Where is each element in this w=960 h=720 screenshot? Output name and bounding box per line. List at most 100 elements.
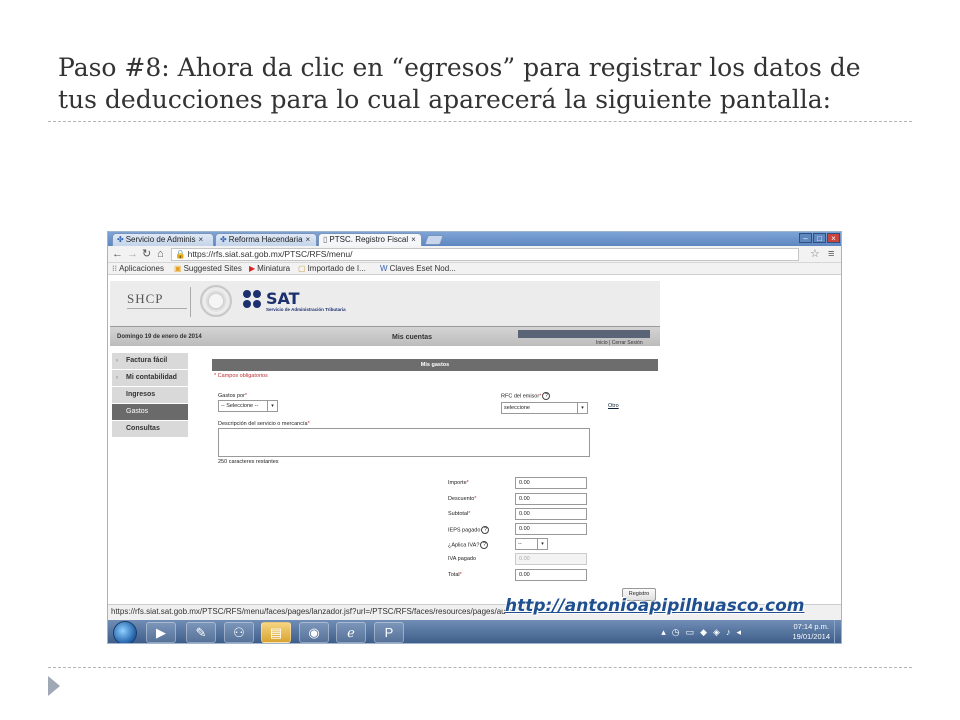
sidebar-item-consultas[interactable]: Consultas (112, 421, 188, 437)
show-desktop-button[interactable] (834, 620, 841, 643)
bullet-arrow-icon (48, 676, 60, 696)
required-asterisk: * (244, 393, 248, 399)
maximize-button[interactable]: □ (813, 233, 826, 243)
description-textarea[interactable] (218, 428, 590, 457)
otro-link[interactable]: Otro (608, 403, 619, 409)
bookmark-star-icon[interactable]: ☆ (810, 247, 820, 261)
sidebar-label: Gastos (126, 408, 149, 415)
required-asterisk: * (468, 511, 471, 517)
divider-bottom (48, 667, 912, 668)
people-icon[interactable]: ⚇ (224, 622, 254, 643)
help-icon[interactable]: ? (542, 392, 551, 400)
slide-title-line2: tus deducciones para lo cual aparecerá l… (58, 85, 832, 114)
url-input[interactable]: 🔒 https://rfs.siat.sat.gob.mx/PTSC/RFS/me… (171, 248, 799, 261)
taskbar-clock[interactable]: 07:14 p.m. 19/01/2014 (792, 622, 830, 642)
gastos-label: Gastos por* (218, 393, 248, 399)
new-tab-button[interactable] (424, 235, 444, 245)
tab-label: Reforma Hacendaria (228, 235, 303, 244)
sidebar-label: Consultas (126, 425, 160, 432)
start-button[interactable] (113, 621, 137, 643)
media-player-icon[interactable]: ▶ (146, 622, 176, 643)
close-tab-icon[interactable]: × (306, 235, 311, 244)
close-window-button[interactable]: × (827, 233, 840, 243)
required-asterisk: * (539, 393, 542, 400)
aplica-iva-select[interactable]: -- ▾ (515, 538, 548, 550)
required-asterisk: * (474, 496, 477, 502)
url-text: https://rfs.siat.sat.gob.mx/PTSC/RFS/men… (187, 249, 353, 259)
tab-ptsc[interactable]: ▯ PTSC. Registro Fiscal × (318, 233, 422, 246)
bookmark-suggested-sites[interactable]: ▣ Suggested Sites (174, 263, 242, 274)
bookmark-importado[interactable]: ▢ Importado de I... (298, 263, 366, 274)
chars-remaining: 250 caracteres restantes (218, 459, 279, 465)
address-bar: ← → ↻ ⌂ 🔒 https://rfs.siat.sat.gob.mx/PTS… (108, 246, 841, 263)
sidebar-item-contabilidad[interactable]: › Mi contabilidad (112, 370, 188, 386)
user-box (518, 330, 650, 338)
select-value: seleccione (504, 405, 530, 411)
bookmark-claves[interactable]: W Claves Eset Nod... (380, 263, 456, 274)
internet-explorer-icon[interactable]: ℯ (336, 622, 366, 643)
national-seal-icon (200, 285, 232, 317)
top-links[interactable]: Inicio | Cerrar Sesión (596, 340, 643, 346)
website-watermark: http://antonioapipilhuasco.com (505, 596, 805, 616)
importe-input[interactable]: 0.00 (515, 477, 587, 489)
minimize-button[interactable]: – (799, 233, 812, 243)
help-icon[interactable]: ? (481, 526, 490, 534)
chrome-icon[interactable]: ◉ (299, 622, 329, 643)
home-icon[interactable]: ⌂ (157, 247, 164, 261)
sat-dots-icon (243, 290, 263, 310)
tab-reforma[interactable]: ✤ Reforma Hacendaria × (215, 233, 317, 246)
sidebar-item-ingresos[interactable]: Ingresos (112, 387, 188, 403)
bookmark-label: Claves Eset Nod... (389, 264, 456, 273)
system-tray-icons[interactable]: ▴◷▭◆◈♪◂ (661, 627, 747, 638)
back-arrow-icon[interactable]: ← (112, 247, 123, 261)
menu-icon[interactable]: ≡ (828, 247, 834, 261)
gastos-form: Mis gastos * Campos obligatorios Gastos … (212, 359, 658, 601)
folder-icon: ▢ (298, 264, 306, 273)
chevron-down-icon: ▾ (267, 401, 277, 411)
forward-arrow-icon[interactable]: → (127, 247, 138, 261)
sat-logo-subtitle: Servicio de Administración Tributaria (266, 307, 346, 312)
browser-window: ✤ Servicio de Adminis × ✤ Reforma Hacendari… (107, 231, 842, 644)
iva-pagado-label: IVA pagado (448, 556, 477, 562)
reload-icon[interactable]: ↻ (142, 247, 151, 261)
tools-icon[interactable]: ✎ (186, 622, 216, 643)
total-label: Total* (448, 572, 462, 578)
bookmark-aplicaciones[interactable]: ⁝⁝ Aplicaciones (112, 263, 164, 274)
ieps-label: IEPS pagado? (448, 526, 490, 534)
subtotal-input[interactable]: 0.00 (515, 508, 587, 520)
slide-title: Paso #8: Ahora da clic en “egresos” para… (58, 52, 918, 116)
total-input[interactable]: 0.00 (515, 569, 587, 581)
chevron-down-icon: ▾ (537, 539, 547, 549)
close-tab-icon[interactable]: × (411, 235, 416, 244)
sidebar-item-gastos[interactable]: Gastos (112, 404, 188, 420)
sat-sidebar: › Factura fácil › Mi contabilidad Ingresos… (112, 353, 188, 438)
bookmark-label: Aplicaciones (119, 264, 165, 273)
gastos-select[interactable]: -- Seleccione -- ▾ (218, 400, 278, 412)
sat-header: SHCP SAT Servicio de Administración Trib… (110, 281, 660, 326)
bookmark-miniatura[interactable]: ▶ Miniatura (249, 263, 290, 274)
chevron-down-icon: ▾ (577, 403, 587, 413)
close-tab-icon[interactable]: × (199, 235, 204, 244)
explorer-folder-icon[interactable]: ▤ (261, 622, 291, 643)
select-value: -- Seleccione -- (221, 403, 259, 409)
powerpoint-icon[interactable]: P (374, 622, 404, 643)
bookmark-label: Importado de I... (307, 264, 366, 273)
sidebar-label: Factura fácil (126, 357, 168, 364)
subtotal-label: Subtotal* (448, 511, 471, 517)
ie-slice-icon: ▣ (174, 264, 182, 273)
tab-strip: ✤ Servicio de Adminis × ✤ Reforma Hacendari… (108, 232, 841, 246)
rfc-label-text: RFC del emisor* (501, 393, 542, 400)
tab-label: Servicio de Adminis (125, 235, 196, 244)
descuento-input[interactable]: 0.00 (515, 493, 587, 505)
sat-title-bar: Domingo 19 de enero de 2014 Mis cuentas … (110, 326, 660, 346)
sidebar-item-factura[interactable]: › Factura fácil (112, 353, 188, 369)
chevron-right-icon: › (116, 375, 118, 381)
tab-label: PTSC. Registro Fiscal (329, 235, 409, 244)
required-asterisk: * (459, 572, 462, 578)
descuento-label: Descuento* (448, 496, 477, 502)
aplica-iva-label: ¿Aplica IVA?? (448, 541, 489, 549)
ieps-input[interactable]: 0.00 (515, 523, 587, 535)
rfc-select[interactable]: seleccione ▾ (501, 402, 588, 414)
help-icon[interactable]: ? (480, 541, 489, 549)
tab-servicio[interactable]: ✤ Servicio de Adminis × (112, 233, 214, 246)
